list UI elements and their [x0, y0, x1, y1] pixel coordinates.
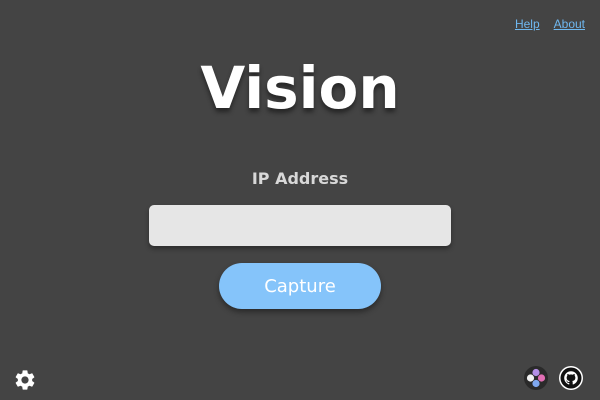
top-nav: Help About [515, 17, 585, 31]
ip-address-label: IP Address [251, 169, 349, 188]
app-title: Vision [200, 54, 400, 122]
about-link[interactable]: About [554, 17, 585, 31]
settings-button[interactable] [13, 368, 37, 392]
footer-icons [524, 366, 583, 390]
gear-icon [15, 370, 35, 390]
app-logo-icon[interactable] [524, 366, 548, 390]
capture-button[interactable]: Capture [219, 263, 381, 309]
ip-address-input[interactable] [149, 205, 451, 246]
help-link[interactable]: Help [515, 17, 540, 31]
github-icon[interactable] [559, 366, 583, 390]
